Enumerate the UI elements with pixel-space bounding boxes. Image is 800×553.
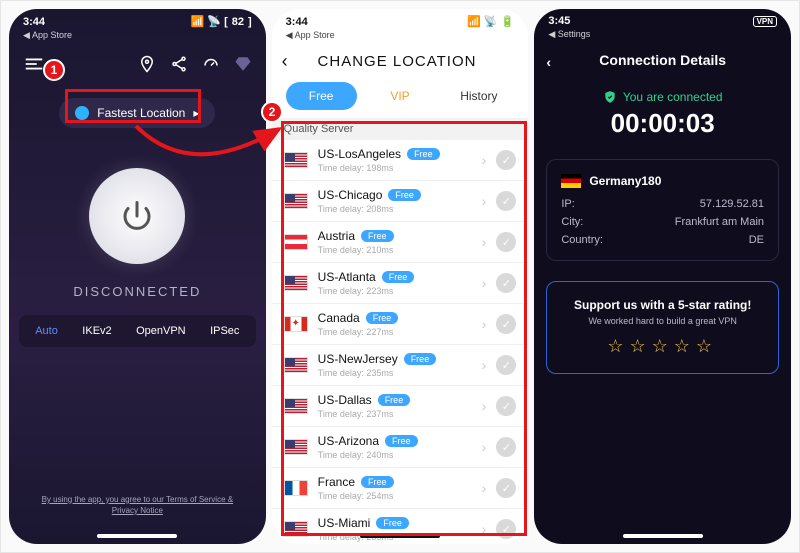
share-icon[interactable] bbox=[170, 55, 188, 78]
location-icon[interactable] bbox=[138, 55, 156, 78]
protocol-tabs: Auto IKEv2 OpenVPN IPSec bbox=[19, 315, 256, 347]
tab-free[interactable]: Free bbox=[286, 82, 357, 110]
status-bar: 3:44 📶 📡 🔋 bbox=[272, 9, 529, 30]
category-tabs: Free VIP History bbox=[272, 78, 529, 118]
server-info-card: Germany180 IP:57.129.52.81 City:Frankfur… bbox=[546, 159, 779, 261]
rating-subtitle: We worked hard to build a great VPN bbox=[557, 316, 768, 326]
proto-auto[interactable]: Auto bbox=[35, 325, 58, 337]
proto-ikev2[interactable]: IKEv2 bbox=[82, 325, 111, 337]
status-time: 3:45 bbox=[548, 15, 570, 27]
flag-icon bbox=[561, 174, 581, 188]
rating-card[interactable]: Support us with a 5-star rating! We work… bbox=[546, 281, 779, 374]
locations-header: ‹ CHANGE LOCATION bbox=[272, 45, 529, 78]
proto-ipsec[interactable]: IPSec bbox=[210, 325, 239, 337]
status-time: 3:44 bbox=[23, 16, 45, 28]
screen-details: 3:45 VPN ◀ Settings ‹ Connection Details… bbox=[534, 9, 791, 544]
details-header: ‹ Connection Details bbox=[534, 44, 791, 76]
back-to-store[interactable]: ◀ App Store bbox=[9, 30, 266, 45]
status-time: 3:44 bbox=[286, 16, 308, 28]
diamond-icon[interactable] bbox=[234, 55, 252, 78]
status-icons: VPN bbox=[753, 16, 777, 27]
home-indicator[interactable] bbox=[623, 534, 703, 538]
back-icon[interactable]: ‹ bbox=[546, 54, 551, 70]
proto-openvpn[interactable]: OpenVPN bbox=[136, 325, 186, 337]
connection-timer: 00:00:03 bbox=[534, 108, 791, 139]
home-indicator[interactable] bbox=[97, 534, 177, 538]
menu-icon[interactable] bbox=[23, 53, 45, 80]
server-name: Germany180 bbox=[589, 174, 661, 188]
tab-history[interactable]: History bbox=[443, 82, 514, 110]
shield-check-icon bbox=[603, 90, 617, 104]
back-to-store[interactable]: ◀ App Store bbox=[272, 30, 529, 45]
country-value: DE bbox=[749, 234, 764, 246]
top-toolbar bbox=[9, 45, 266, 88]
back-to-settings[interactable]: ◀ Settings bbox=[534, 29, 791, 44]
vpn-badge: VPN bbox=[753, 16, 777, 27]
ip-value: 57.129.52.81 bbox=[700, 198, 764, 210]
connection-summary: You are connected 00:00:03 bbox=[534, 90, 791, 139]
status-bar: 3:45 VPN bbox=[534, 9, 791, 29]
annotation-box-1 bbox=[65, 89, 201, 123]
page-title: CHANGE LOCATION bbox=[288, 53, 507, 70]
connected-label: You are connected bbox=[623, 90, 723, 104]
tab-vip[interactable]: VIP bbox=[365, 82, 436, 110]
star-rating[interactable]: ☆☆☆☆☆ bbox=[557, 336, 768, 357]
privacy-link[interactable]: Privacy Notice bbox=[112, 506, 163, 515]
annotation-box-2 bbox=[281, 121, 527, 536]
status-bar: 3:44 📶 📡 [82] bbox=[9, 9, 266, 30]
status-icons: 📶 📡 [82] bbox=[191, 15, 252, 28]
connect-button[interactable] bbox=[89, 168, 185, 264]
status-icons: 📶 📡 🔋 bbox=[467, 15, 514, 28]
connection-state: DISCONNECTED bbox=[9, 284, 266, 299]
page-title: Connection Details bbox=[599, 52, 726, 68]
city-value: Frankfurt am Main bbox=[675, 216, 764, 228]
rating-title: Support us with a 5-star rating! bbox=[557, 298, 768, 312]
speed-icon[interactable] bbox=[202, 55, 220, 78]
tos-link[interactable]: Terms of Service bbox=[166, 495, 226, 504]
